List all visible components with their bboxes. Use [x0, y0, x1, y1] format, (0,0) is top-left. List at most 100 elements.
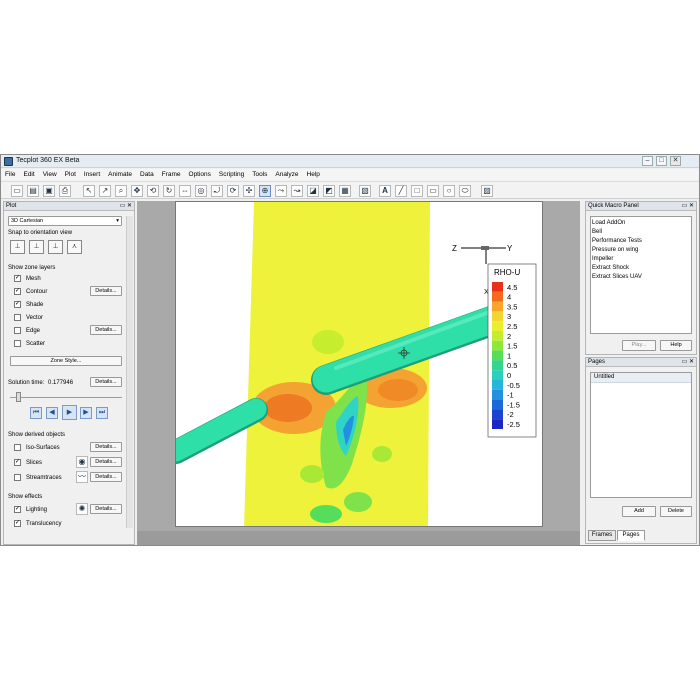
- zoom-icon[interactable]: ⌕: [115, 185, 127, 197]
- menu-analyze[interactable]: Analyze: [271, 169, 302, 180]
- solution-details-button[interactable]: Details...: [90, 377, 122, 387]
- open-icon[interactable]: ▤: [27, 185, 39, 197]
- menu-frame[interactable]: Frame: [158, 169, 185, 180]
- slice-settings-icon[interactable]: ◉: [76, 456, 88, 468]
- lighting-checkbox[interactable]: ✓: [14, 506, 21, 513]
- macro-item[interactable]: Impeller: [592, 255, 690, 264]
- contour-blob-green-1: [300, 465, 324, 483]
- print-icon[interactable]: ⎙: [59, 185, 71, 197]
- streamtraces-details-button[interactable]: Details...: [90, 472, 122, 482]
- contour-checkbox[interactable]: ✓: [14, 288, 21, 295]
- iso-surfaces-details-button[interactable]: Details...: [90, 442, 122, 452]
- edge-checkbox[interactable]: [14, 327, 21, 334]
- slices-details-button[interactable]: Details...: [90, 457, 122, 467]
- maximize-button[interactable]: □: [656, 156, 667, 166]
- square-tool-icon[interactable]: □: [411, 185, 423, 197]
- menu-help[interactable]: Help: [303, 169, 324, 180]
- contour-add-icon[interactable]: ◩: [323, 185, 335, 197]
- menu-options[interactable]: Options: [185, 169, 215, 180]
- tab-frames[interactable]: Frames: [588, 530, 616, 541]
- macro-item[interactable]: Extract Slices UAV: [592, 273, 690, 282]
- last-step-icon[interactable]: ⏭: [96, 407, 108, 419]
- menu-insert[interactable]: Insert: [80, 169, 104, 180]
- contour-tool-icon[interactable]: ◪: [307, 185, 319, 197]
- vector-checkbox[interactable]: [14, 314, 21, 321]
- page-item-untitled[interactable]: Untitled: [591, 373, 691, 383]
- zone-edit-icon[interactable]: ▧: [359, 185, 371, 197]
- twist-icon[interactable]: ⤾: [211, 185, 223, 197]
- polyline-tool-icon[interactable]: ╱: [395, 185, 407, 197]
- ellipse-tool-icon[interactable]: ⬭: [459, 185, 471, 197]
- zone-style-button[interactable]: Zone Style...: [10, 356, 122, 366]
- time-slider-thumb[interactable]: [16, 392, 21, 402]
- streamtrace-tool-icon[interactable]: ↝: [291, 185, 303, 197]
- step-forward-icon[interactable]: ▶: [80, 407, 92, 419]
- macro-item[interactable]: Load AddOn: [592, 219, 690, 228]
- delete-page-button[interactable]: Delete: [660, 506, 692, 517]
- snap-3d-button[interactable]: ⋏: [67, 240, 82, 254]
- spin-icon[interactable]: ⟳: [227, 185, 239, 197]
- edge-details-button[interactable]: Details...: [90, 325, 122, 335]
- iso-surfaces-checkbox[interactable]: [14, 444, 21, 451]
- snap-xz-button[interactable]: ⊥: [29, 240, 44, 254]
- play-icon[interactable]: ▶: [62, 405, 77, 420]
- add-page-button[interactable]: Add: [622, 506, 656, 517]
- image-tool-icon[interactable]: ▨: [481, 185, 493, 197]
- streamtraces-checkbox[interactable]: [14, 474, 21, 481]
- macro-item[interactable]: Bell: [592, 228, 690, 237]
- shade-checkbox[interactable]: ✓: [14, 301, 21, 308]
- menu-data[interactable]: Data: [136, 169, 158, 180]
- contour-details-button[interactable]: Details...: [90, 286, 122, 296]
- menu-animate[interactable]: Animate: [104, 169, 136, 180]
- snap-yz-button[interactable]: ⊥: [48, 240, 63, 254]
- menu-file[interactable]: File: [1, 169, 19, 180]
- menu-edit[interactable]: Edit: [19, 169, 38, 180]
- menu-tools[interactable]: Tools: [248, 169, 271, 180]
- menu-plot[interactable]: Plot: [61, 169, 80, 180]
- text-tool-icon[interactable]: A: [379, 185, 391, 197]
- adjust-arrow-icon[interactable]: ↗: [99, 185, 111, 197]
- panel-dock-close-icon[interactable]: ▭ ✕: [682, 202, 694, 211]
- save-icon[interactable]: ▣: [43, 185, 55, 197]
- select-arrow-icon[interactable]: ↖: [83, 185, 95, 197]
- pan-icon[interactable]: ✣: [243, 185, 255, 197]
- slices-checkbox[interactable]: ✓: [14, 459, 21, 466]
- macro-item[interactable]: Performance Tests: [592, 237, 690, 246]
- lighting-details-button[interactable]: Details...: [90, 504, 122, 514]
- step-back-icon[interactable]: ◀: [46, 407, 58, 419]
- plot-panel-scrollbar[interactable]: [126, 216, 133, 528]
- probe-icon[interactable]: ⊕: [259, 185, 271, 197]
- close-button[interactable]: ✕: [670, 156, 681, 166]
- rotate-icon[interactable]: ⟲: [147, 185, 159, 197]
- macro-item[interactable]: Pressure on wing: [592, 246, 690, 255]
- play-macro-button[interactable]: Play...: [622, 340, 656, 351]
- translate-icon[interactable]: ✥: [131, 185, 143, 197]
- slice-tool-icon[interactable]: ⤳: [275, 185, 287, 197]
- macro-help-button[interactable]: Help: [660, 340, 692, 351]
- contour-level-icon[interactable]: ▦: [339, 185, 351, 197]
- menu-scripting[interactable]: Scripting: [215, 169, 248, 180]
- move-icon[interactable]: ⇔: [179, 185, 191, 197]
- plot-type-select[interactable]: 3D Cartesian ▾: [8, 216, 122, 226]
- panel-dock-close-icon[interactable]: ▭ ✕: [682, 358, 694, 367]
- circle-tool-icon[interactable]: ○: [443, 185, 455, 197]
- panel-dock-close-icon[interactable]: ▭ ✕: [120, 202, 132, 211]
- roll-icon[interactable]: ↻: [163, 185, 175, 197]
- minimize-button[interactable]: –: [642, 156, 653, 166]
- spherical-rotate-icon[interactable]: ◎: [195, 185, 207, 197]
- scatter-checkbox[interactable]: [14, 340, 21, 347]
- new-layout-icon[interactable]: ▭: [11, 185, 23, 197]
- snap-xy-button[interactable]: ⊥: [10, 240, 25, 254]
- mesh-checkbox[interactable]: ✓: [14, 275, 21, 282]
- time-slider-track[interactable]: [10, 397, 122, 398]
- tab-pages[interactable]: Pages: [617, 530, 645, 541]
- plot-frame[interactable]: Z Y X RHO-U 4.5 4 3.5 3 2.5 2 1.5 1 0.5 0 -0.5 -1 -1…: [175, 201, 543, 527]
- translucency-checkbox[interactable]: ✓: [14, 520, 21, 527]
- menu-view[interactable]: View: [39, 169, 61, 180]
- streamtrace-settings-icon[interactable]: 〰: [76, 471, 88, 483]
- lighting-settings-icon[interactable]: ✺: [76, 503, 88, 515]
- rectangle-tool-icon[interactable]: ▭: [427, 185, 439, 197]
- first-step-icon[interactable]: ⏮: [30, 407, 42, 419]
- legend-level-label: 0.5: [507, 361, 517, 370]
- macro-item[interactable]: Extract Shock: [592, 264, 690, 273]
